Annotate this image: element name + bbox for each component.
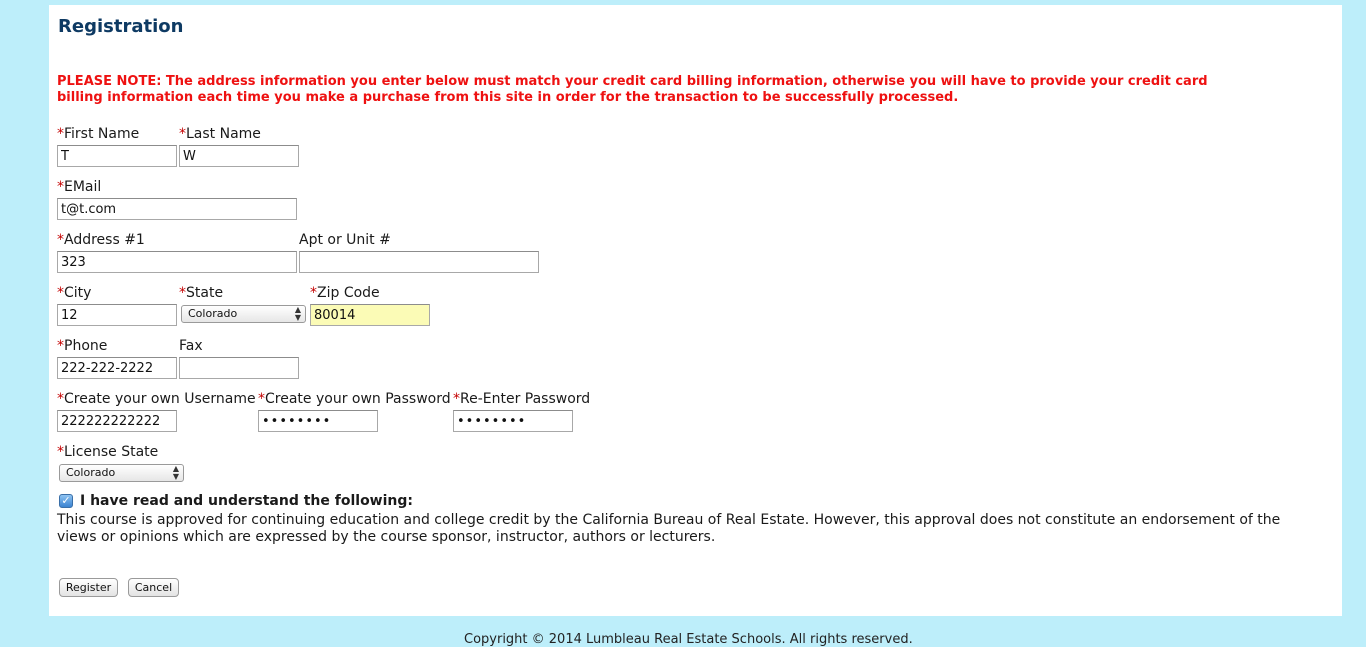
required-marker: * (57, 391, 64, 407)
required-marker: * (57, 338, 64, 354)
phone-label: *Phone (57, 338, 108, 354)
required-marker: * (57, 126, 64, 142)
email-input[interactable] (57, 198, 297, 220)
required-marker: * (57, 285, 64, 301)
required-marker: * (57, 232, 64, 248)
zip-input[interactable] (310, 304, 430, 326)
password-confirm-input[interactable] (453, 410, 573, 432)
license-state-select[interactable]: Colorado ▲ ▼ (59, 464, 184, 482)
footer-copyright: Copyright © 2014 Lumbleau Real Estate Sc… (464, 632, 913, 647)
required-marker: * (453, 391, 460, 407)
checkmark-icon: ✓ (61, 494, 71, 507)
state-select[interactable]: Colorado ▲ ▼ (181, 305, 306, 323)
address1-input[interactable] (57, 251, 297, 273)
updown-arrows-icon: ▲ ▼ (172, 464, 179, 481)
billing-notice: PLEASE NOTE: The address information you… (57, 74, 1208, 105)
register-button[interactable]: Register (59, 578, 118, 597)
required-marker: * (179, 126, 186, 142)
last-name-input[interactable] (179, 145, 299, 167)
username-input[interactable] (57, 410, 177, 432)
address1-label: *Address #1 (57, 232, 145, 248)
email-label: *EMail (57, 179, 102, 195)
agreement-text: This course is approved for continuing e… (57, 512, 1281, 545)
license-state-selected-value: Colorado (66, 466, 116, 479)
agreement-label: I have read and understand the following… (80, 493, 414, 509)
first-name-label: *First Name (57, 126, 140, 142)
required-marker: * (57, 179, 64, 195)
state-selected-value: Colorado (188, 307, 238, 320)
updown-arrows-icon: ▲ ▼ (294, 305, 301, 322)
fax-label: Fax (179, 338, 203, 354)
city-label: *City (57, 285, 92, 301)
apt-input[interactable] (299, 251, 539, 273)
phone-input[interactable] (57, 357, 177, 379)
cancel-button[interactable]: Cancel (128, 578, 179, 597)
last-name-label: *Last Name (179, 126, 261, 142)
registration-panel: Registration PLEASE NOTE: The address in… (49, 5, 1342, 616)
required-marker: * (258, 391, 265, 407)
page-title: Registration (58, 16, 184, 37)
agreement-checkbox[interactable]: ✓ (59, 494, 73, 508)
fax-input[interactable] (179, 357, 299, 379)
required-marker: * (310, 285, 317, 301)
username-label: *Create your own Username (57, 391, 256, 407)
license-state-label: *License State (57, 444, 159, 460)
required-marker: * (57, 444, 64, 460)
state-label: *State (179, 285, 224, 301)
password-input[interactable] (258, 410, 378, 432)
apt-label: Apt or Unit # (299, 232, 391, 248)
city-input[interactable] (57, 304, 177, 326)
password-label: *Create your own Password (258, 391, 451, 407)
required-marker: * (179, 285, 186, 301)
password-confirm-label: *Re-Enter Password (453, 391, 591, 407)
first-name-input[interactable] (57, 145, 177, 167)
zip-label: *Zip Code (310, 285, 380, 301)
